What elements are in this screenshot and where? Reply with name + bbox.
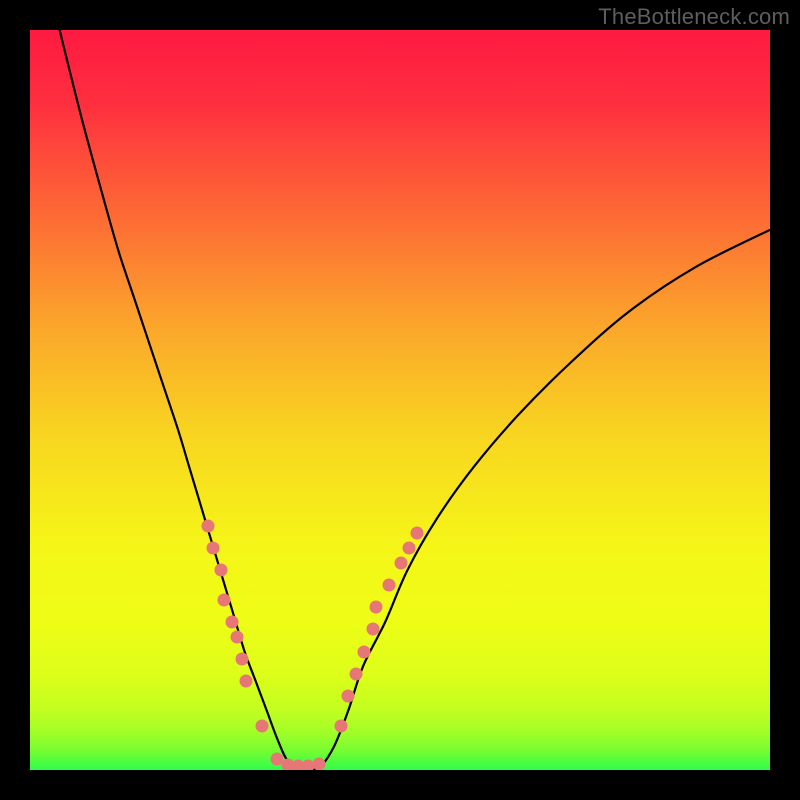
watermark-text: TheBottleneck.com [598, 4, 790, 30]
data-point [231, 630, 244, 643]
data-point [334, 719, 347, 732]
chart-frame: TheBottleneck.com [0, 0, 800, 800]
data-point [411, 527, 424, 540]
data-point [349, 667, 362, 680]
data-point [226, 616, 239, 629]
data-point [342, 690, 355, 703]
data-point [367, 623, 380, 636]
data-point [214, 564, 227, 577]
data-point [395, 556, 408, 569]
data-point [240, 675, 253, 688]
data-point [256, 719, 269, 732]
data-point [369, 601, 382, 614]
data-point [217, 593, 230, 606]
plot-area [30, 30, 770, 770]
data-point [201, 519, 214, 532]
data-point [235, 653, 248, 666]
data-point [312, 758, 325, 770]
data-point [402, 542, 415, 555]
dots-layer [30, 30, 770, 770]
data-point [206, 542, 219, 555]
data-point [358, 645, 371, 658]
data-point [382, 579, 395, 592]
